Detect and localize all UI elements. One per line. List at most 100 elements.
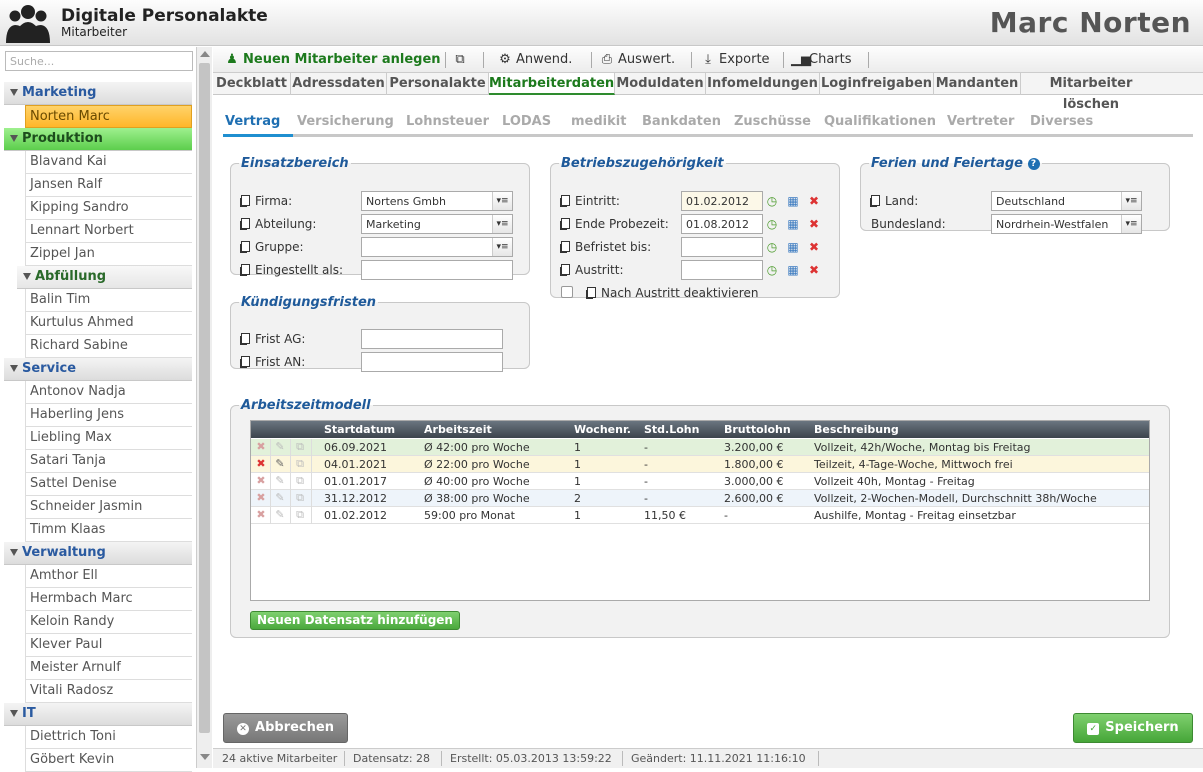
subtab-versicherung[interactable]: Versicherung [297,112,394,134]
clock-icon[interactable]: ◷ [763,261,781,279]
clear-x-icon[interactable]: ✖ [805,215,823,233]
employee-item[interactable]: Schneider Jasmin [25,496,192,519]
probezeit-date-input[interactable]: 01.08.2012 [681,214,763,234]
employee-item[interactable]: Diettrich Toni [25,726,192,749]
dropdown-list-icon[interactable]: ▾≡ [492,215,512,233]
eingestellt-input[interactable] [361,260,513,280]
save-button[interactable]: ✓ Speichern [1073,713,1193,743]
subtab-bankdaten[interactable]: Bankdaten [642,112,721,134]
subtab-medikit[interactable]: medikit [571,112,626,134]
tab-infomeldungen[interactable]: Infomeldungen [706,73,820,95]
copy-button[interactable]: ⧉ [453,47,471,73]
employee-item[interactable]: Timm Klaas [25,519,192,542]
scroll-thumb[interactable] [199,63,210,733]
befristet-date-input[interactable] [681,237,763,257]
employee-item-selected[interactable]: Norten Marc [25,105,192,128]
delete-x-icon[interactable]: ✖ [254,440,268,454]
bundesland-select[interactable]: Nordrhein-Westfalen ▾≡ [991,214,1142,234]
employee-item[interactable]: Satari Tanja [25,450,192,473]
frist-ag-input[interactable] [361,329,503,349]
dropdown-list-icon[interactable]: ▾≡ [492,192,512,210]
table-row[interactable]: ✖ ✎ ⧉ 01.02.2012 59:00 pro Monat 1 11,50… [251,507,1149,524]
collapse-triangle-icon[interactable] [10,89,18,96]
group-abfuellung[interactable]: Abfüllung [17,266,192,289]
employee-item[interactable]: Zippel Jan [25,243,192,266]
evaluate-button[interactable]: ⎙ Auswert. [600,47,675,73]
subtab-vertrag[interactable]: Vertrag [223,112,293,137]
group-marketing[interactable]: Marketing [4,82,192,105]
land-select[interactable]: Deutschland ▾≡ [991,191,1142,211]
tab-loginfreigaben[interactable]: Loginfreigaben [820,73,934,95]
delete-x-icon[interactable]: ✖ [254,457,268,471]
tab-adressdaten[interactable]: Adressdaten [291,73,387,95]
subtab-vertreter[interactable]: Vertreter [947,112,1014,134]
edit-pencil-icon[interactable]: ✎ [273,474,287,488]
add-record-button[interactable]: Neuen Datensatz hinzufügen [250,611,460,630]
frist-an-input[interactable] [361,352,503,372]
delete-x-icon[interactable]: ✖ [254,491,268,505]
employee-item[interactable]: Balin Tim [25,289,192,312]
calendar-icon[interactable]: ▦ [784,261,802,279]
employee-item[interactable]: Kurtulus Ahmed [25,312,192,335]
dropdown-list-icon[interactable]: ▾≡ [1121,215,1141,233]
clock-icon[interactable]: ◷ [763,215,781,233]
calendar-icon[interactable]: ▦ [784,238,802,256]
copy-icon[interactable]: ⧉ [293,474,307,488]
sidebar-scrollbar[interactable] [196,47,212,768]
tab-moduldaten[interactable]: Moduldaten [615,73,706,95]
tab-deckblatt[interactable]: Deckblatt [213,73,291,95]
table-row[interactable]: ✖ ✎ ⧉ 31.12.2012 Ø 38:00 pro Woche 2 - 2… [251,490,1149,507]
collapse-triangle-icon[interactable] [23,273,31,280]
clear-x-icon[interactable]: ✖ [805,238,823,256]
employee-item[interactable]: Liebling Max [25,427,192,450]
column-header[interactable]: Startdatum [324,423,395,436]
column-header[interactable]: Wochenr. [574,423,631,436]
delete-x-icon[interactable]: ✖ [254,508,268,522]
clock-icon[interactable]: ◷ [763,192,781,210]
edit-pencil-icon[interactable]: ✎ [273,491,287,505]
employee-item[interactable]: Keloin Randy [25,611,192,634]
dropdown-list-icon[interactable]: ▾≡ [492,238,512,256]
column-header[interactable]: Std.Lohn [644,423,699,436]
table-row[interactable]: ✖ ✎ ⧉ 06.09.2021 Ø 42:00 pro Woche 1 - 3… [251,439,1149,456]
employee-item[interactable]: Kipping Sandro [25,197,192,220]
employee-item[interactable]: Amthor Ell [25,565,192,588]
scroll-up-arrow-icon[interactable] [200,51,210,57]
employee-item[interactable]: Sattel Denise [25,473,192,496]
table-row[interactable]: ✖ ✎ ⧉ 04.01.2021 Ø 22:00 pro Woche 1 - 1… [251,456,1149,473]
employee-item[interactable]: Meister Arnulf [25,657,192,680]
employee-item[interactable]: Blavand Kai [25,151,192,174]
subtab-lohnsteuer[interactable]: Lohnsteuer [406,112,489,134]
subtab-lodas[interactable]: LODAS [502,112,551,134]
copy-icon[interactable]: ⧉ [293,440,307,454]
apply-button[interactable]: ⚙ Anwend. [498,47,572,73]
employee-item[interactable]: Haberling Jens [25,404,192,427]
group-verwaltung[interactable]: Verwaltung [4,542,192,565]
help-question-icon[interactable]: ? [1027,158,1040,170]
copy-icon[interactable]: ⧉ [293,508,307,522]
collapse-triangle-icon[interactable] [10,710,18,717]
tab-mitarbeiterdaten[interactable]: Mitarbeiterdaten [489,73,615,95]
subtab-qualifikationen[interactable]: Qualifikationen [824,112,936,134]
new-employee-button[interactable]: ♟ Neuen Mitarbeiter anlegen [225,47,440,73]
clear-x-icon[interactable]: ✖ [805,192,823,210]
copy-icon[interactable]: ⧉ [293,457,307,471]
group-service[interactable]: Service [4,358,192,381]
column-header[interactable]: Beschreibung [814,423,899,436]
copy-icon[interactable]: ⧉ [293,491,307,505]
collapse-triangle-icon[interactable] [10,549,18,556]
edit-pencil-icon[interactable]: ✎ [273,457,287,471]
tab-personalakte[interactable]: Personalakte [387,73,489,95]
group-produktion[interactable]: Produktion [4,128,192,151]
collapse-triangle-icon[interactable] [10,135,18,142]
clear-x-icon[interactable]: ✖ [805,261,823,279]
gruppe-select[interactable]: ▾≡ [361,237,513,257]
dropdown-list-icon[interactable]: ▾≡ [1121,192,1141,210]
employee-item[interactable]: Antonov Nadja [25,381,192,404]
employee-item[interactable]: Lennart Norbert [25,220,192,243]
column-header[interactable]: Bruttolohn [724,423,791,436]
calendar-icon[interactable]: ▦ [784,192,802,210]
deactivate-checkbox[interactable] [561,286,573,298]
exports-button[interactable]: ⤓ Exporte [701,47,769,73]
edit-pencil-icon[interactable]: ✎ [273,440,287,454]
